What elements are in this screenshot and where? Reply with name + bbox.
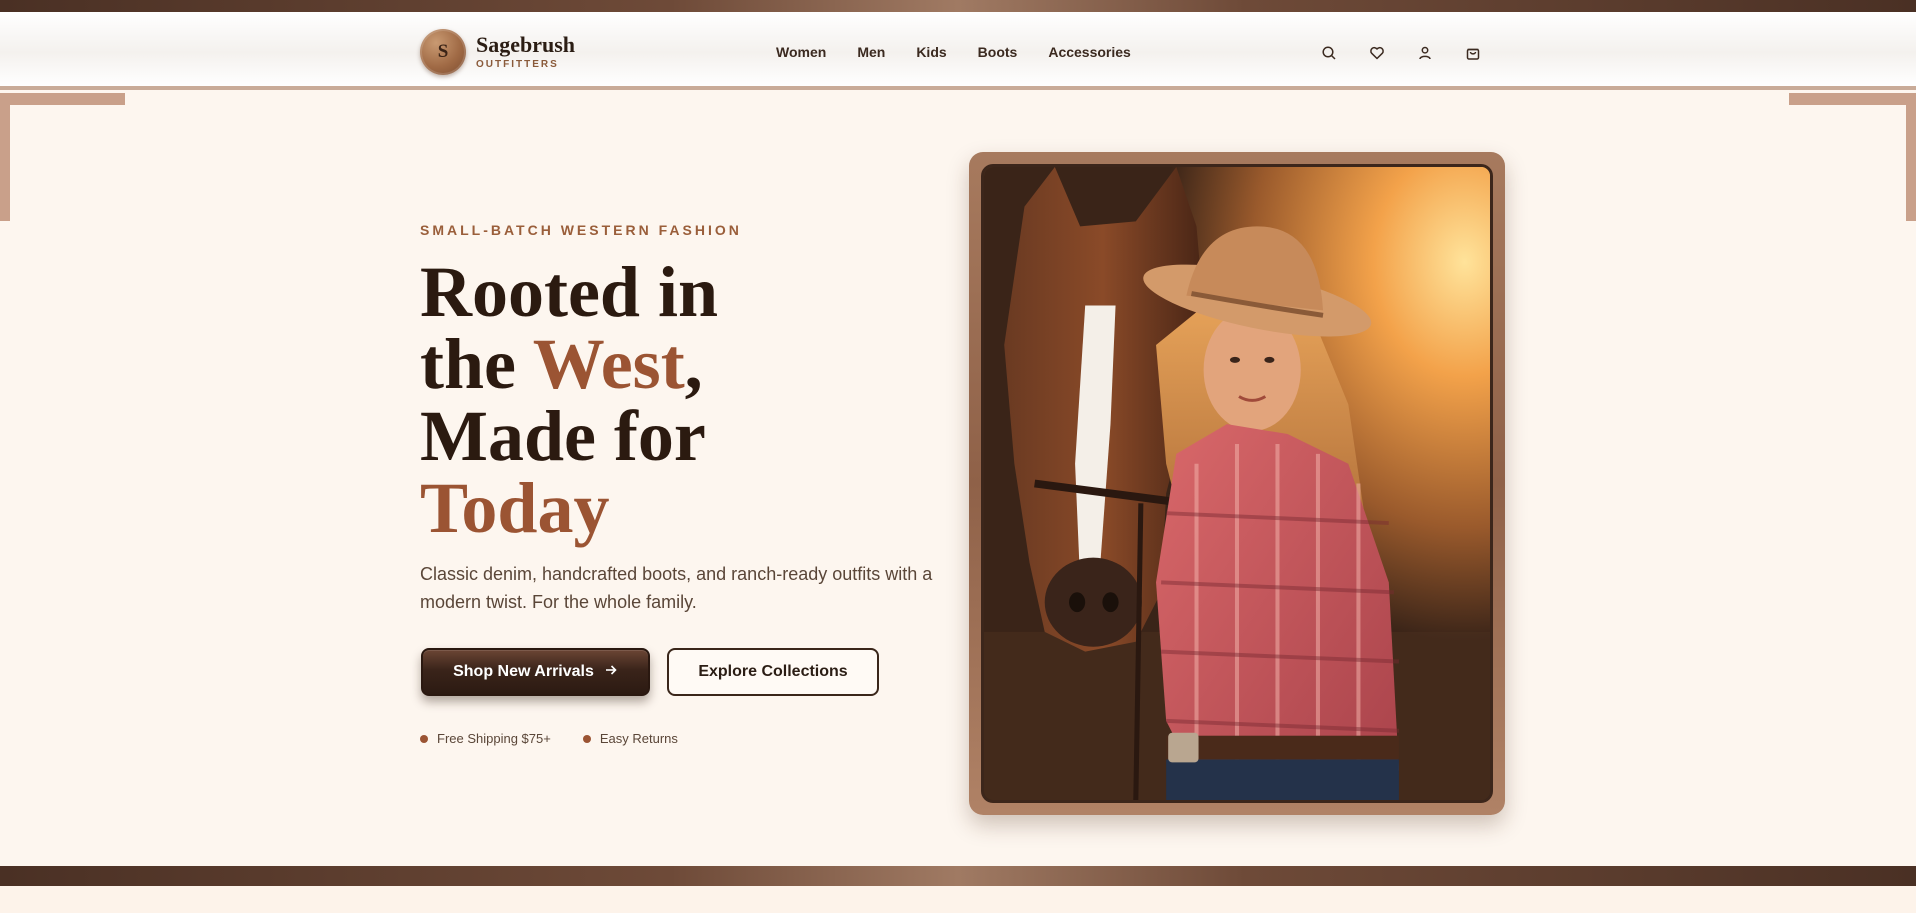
- logo-text: Sagebrush OUTFITTERS: [476, 32, 576, 71]
- user-icon[interactable]: [1414, 42, 1436, 64]
- headline-accent-west: West: [532, 324, 685, 404]
- hero-image-cowgirl-with-horse: [981, 164, 1493, 803]
- headline-line-2-prefix: the: [420, 324, 533, 404]
- nav-item-accessories[interactable]: Accessories: [1048, 44, 1131, 60]
- main-nav: Women Men Kids Boots Accessories: [776, 44, 1131, 60]
- site-header: S Sagebrush OUTFITTERS Women Men Kids Bo…: [0, 12, 1916, 90]
- perk-bullet-icon: [582, 734, 591, 743]
- next-section-edge: [0, 886, 1916, 913]
- perk-label: Easy Returns: [599, 731, 678, 746]
- headline-line-1: Rooted in: [420, 252, 719, 332]
- nav-item-boots[interactable]: Boots: [978, 44, 1018, 60]
- hero-subtext: Classic denim, handcrafted boots, and ra…: [420, 564, 933, 612]
- header-actions: [1318, 42, 1484, 64]
- arrow-right-icon: [604, 663, 618, 682]
- brand-tagline: OUTFITTERS: [476, 59, 559, 70]
- search-icon[interactable]: [1318, 42, 1340, 64]
- left-corner-bracket: [0, 93, 125, 221]
- shop-new-arrivals-label: Shop New Arrivals: [453, 663, 594, 680]
- heart-icon[interactable]: [1366, 42, 1388, 64]
- hero-illustration: [984, 167, 1490, 800]
- nav-item-women[interactable]: Women: [776, 44, 826, 60]
- hero-perks: Free Shipping $75+ Easy Returns: [420, 731, 710, 746]
- shop-new-arrivals-button[interactable]: Shop New Arrivals: [421, 648, 650, 696]
- perk-bullet-icon: [420, 734, 428, 743]
- hero-headline: Rooted in the West, Made for Today: [420, 256, 940, 544]
- perk-free-shipping: Free Shipping $75+: [420, 731, 551, 746]
- hero-image-frame: [969, 152, 1505, 815]
- perk-label: Free Shipping $75+: [437, 731, 551, 746]
- explore-collections-label: Explore Collections: [698, 663, 848, 680]
- brand-name: Sagebrush: [476, 32, 576, 57]
- hero-eyebrow: SMALL-BATCH WESTERN FASHION: [420, 222, 742, 238]
- brand-logo[interactable]: S Sagebrush OUTFITTERS: [420, 29, 575, 75]
- right-corner-bracket: [1789, 93, 1916, 221]
- bag-icon[interactable]: [1462, 42, 1484, 64]
- logo-badge: S: [420, 29, 466, 75]
- explore-collections-button[interactable]: Explore Collections: [667, 648, 879, 696]
- nav-item-men[interactable]: Men: [857, 44, 885, 60]
- headline-line-3: Made for: [420, 396, 706, 476]
- nav-item-kids[interactable]: Kids: [916, 44, 946, 60]
- headline-accent-today: Today: [420, 468, 610, 548]
- top-decorative-strip: [0, 0, 1916, 12]
- perk-easy-returns: Easy Returns: [582, 731, 678, 746]
- headline-line-2-suffix: ,: [684, 324, 703, 404]
- bottom-decorative-strip: [0, 866, 1916, 886]
